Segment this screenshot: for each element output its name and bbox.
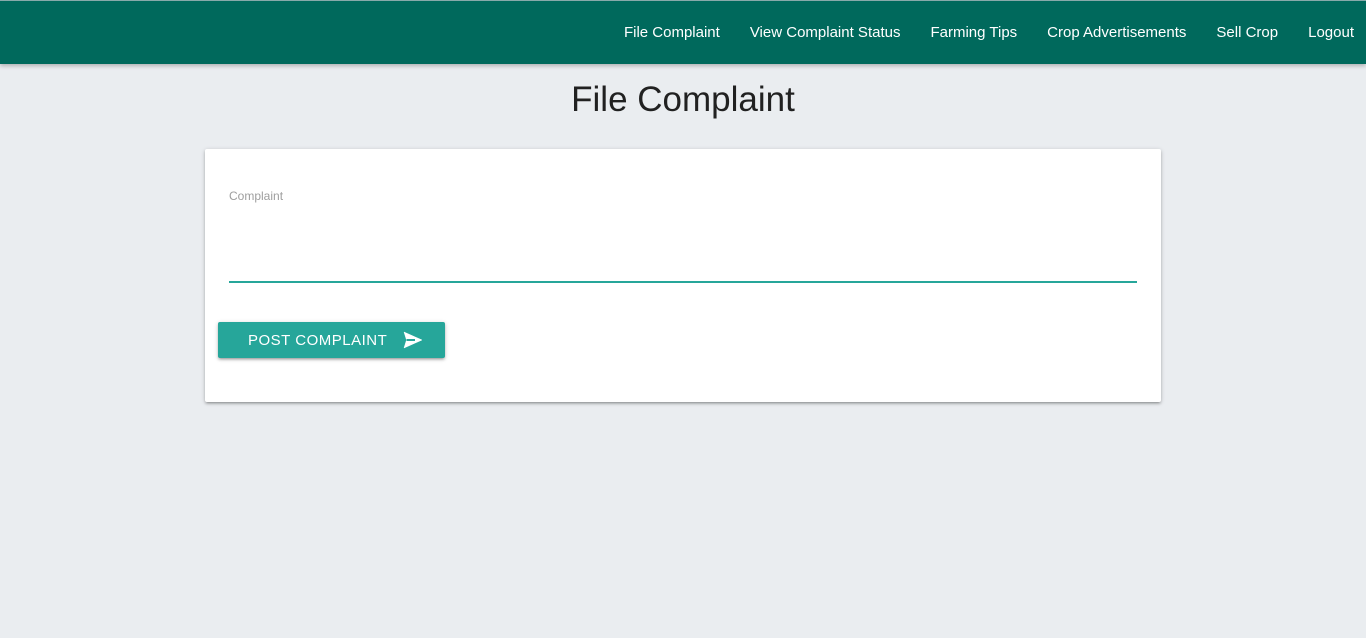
complaint-form-card: Complaint POST COMPLAINT [205,149,1161,402]
nav-item-farming-tips: Farming Tips [915,1,1032,65]
post-complaint-button[interactable]: POST COMPLAINT [218,322,445,358]
nav-link-file-complaint[interactable]: File Complaint [609,1,735,65]
post-complaint-label: POST COMPLAINT [248,331,388,349]
nav-link-sell-crop[interactable]: Sell Crop [1201,1,1293,65]
nav-item-logout: Logout [1293,1,1366,65]
nav-item-crop-advertisements: Crop Advertisements [1032,1,1201,65]
complaint-textarea[interactable] [229,211,1137,283]
nav-item-file-complaint: File Complaint [609,1,735,65]
nav-item-sell-crop: Sell Crop [1201,1,1293,65]
nav-link-crop-advertisements[interactable]: Crop Advertisements [1032,1,1201,65]
page-title: File Complaint [571,80,795,119]
complaint-label: Complaint [229,189,284,203]
nav-link-farming-tips[interactable]: Farming Tips [915,1,1032,65]
nav-links: File Complaint View Complaint Status Far… [609,1,1366,65]
send-icon [403,331,423,349]
nav-link-view-complaint-status[interactable]: View Complaint Status [735,1,916,65]
nav-link-logout[interactable]: Logout [1293,1,1366,65]
top-navbar: File Complaint View Complaint Status Far… [0,0,1366,64]
nav-item-view-complaint-status: View Complaint Status [735,1,916,65]
